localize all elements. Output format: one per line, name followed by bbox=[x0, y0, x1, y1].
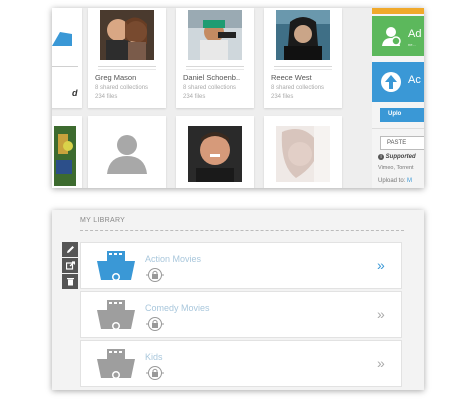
chevron-right-icon[interactable]: » bbox=[377, 355, 385, 371]
partial-card-left-bottom[interactable] bbox=[52, 116, 82, 188]
collection-name: Comedy Movies bbox=[145, 303, 210, 313]
collection-row[interactable]: Kids » bbox=[80, 340, 402, 387]
trash-icon bbox=[66, 278, 74, 286]
partial-name-fragment: d bbox=[72, 88, 78, 98]
person-card[interactable]: Greg Mason 8 shared collections 234 file… bbox=[88, 8, 166, 108]
my-library-panel: MY LIBRARY Action Movies » Comedy Movies… bbox=[52, 210, 424, 390]
library-title: MY LIBRARY bbox=[80, 217, 126, 224]
collection-row[interactable]: Comedy Movies » bbox=[80, 291, 402, 338]
pencil-icon bbox=[66, 246, 74, 253]
supported-label: Supported bbox=[385, 154, 416, 160]
film-folder-icon bbox=[97, 300, 135, 330]
partial-card-left[interactable]: d bbox=[52, 8, 82, 108]
collection-name: Action Movies bbox=[145, 254, 202, 264]
share-icon bbox=[65, 261, 75, 270]
chevron-right-icon[interactable]: » bbox=[377, 306, 385, 322]
avatar bbox=[276, 126, 330, 182]
person-name: Daniel Schoenb.. bbox=[183, 73, 241, 82]
paste-button[interactable]: PASTE bbox=[380, 136, 424, 150]
file-count: 234 files bbox=[95, 94, 118, 100]
person-card[interactable] bbox=[176, 116, 254, 188]
shared-collections-count: 8 shared collections bbox=[95, 85, 149, 91]
lock-icon bbox=[146, 268, 164, 282]
add-button-sublabel: ne... bbox=[408, 42, 416, 47]
delete-button[interactable] bbox=[62, 274, 78, 289]
edit-button[interactable] bbox=[62, 242, 78, 257]
file-count: 234 files bbox=[271, 94, 294, 100]
contacts-panel: d Greg Mason 8 shared collections 234 fi… bbox=[52, 8, 424, 188]
user-placeholder-icon bbox=[107, 135, 147, 174]
share-button[interactable] bbox=[62, 258, 78, 273]
person-name: Reece West bbox=[271, 73, 312, 82]
upload-action-button[interactable]: Ac bbox=[372, 62, 424, 102]
lock-icon bbox=[146, 317, 164, 331]
avatar bbox=[100, 10, 154, 60]
actions-sidebar: Ad ne... Ac Uplo PASTE i Supported Vimeo… bbox=[372, 8, 424, 188]
shared-collections-count: 8 shared collections bbox=[183, 85, 237, 91]
supported-services: Vimeo, Torrent bbox=[378, 165, 414, 171]
divider bbox=[80, 230, 404, 231]
action-button-label: Ac bbox=[408, 74, 421, 86]
chevron-right-icon[interactable]: » bbox=[377, 257, 385, 273]
film-folder-icon bbox=[97, 251, 135, 281]
lock-icon bbox=[146, 366, 164, 380]
person-card[interactable]: Reece West 8 shared collections 234 file… bbox=[264, 8, 342, 108]
avatar bbox=[276, 10, 330, 60]
upload-to: Upload to: M bbox=[378, 178, 412, 184]
collection-name: Kids bbox=[145, 352, 163, 362]
supported-info: i Supported bbox=[378, 154, 416, 160]
person-name: Greg Mason bbox=[95, 73, 137, 82]
shared-collections-count: 8 shared collections bbox=[271, 85, 325, 91]
up-arrow-icon bbox=[381, 72, 401, 92]
person-card[interactable]: Daniel Schoenb.. 8 shared collections 23… bbox=[176, 8, 254, 108]
person-card-placeholder[interactable] bbox=[88, 116, 166, 188]
person-card[interactable] bbox=[264, 116, 342, 188]
collection-row[interactable]: Action Movies » bbox=[80, 242, 402, 289]
info-icon: i bbox=[378, 154, 384, 160]
add-button-label: Ad bbox=[408, 28, 422, 40]
avatar bbox=[188, 126, 242, 182]
upload-to-link[interactable]: M bbox=[407, 178, 412, 184]
upload-button[interactable]: Uplo bbox=[380, 108, 424, 122]
library-toolbar bbox=[62, 242, 78, 290]
avatar bbox=[188, 10, 242, 60]
upload-to-label: Upload to: bbox=[378, 178, 406, 184]
add-button[interactable]: Ad ne... bbox=[372, 16, 424, 56]
partial-photo-icon bbox=[54, 126, 76, 186]
partial-blue-shape-icon bbox=[52, 32, 72, 46]
file-count: 234 files bbox=[183, 94, 206, 100]
add-user-icon bbox=[382, 27, 401, 46]
film-folder-icon bbox=[97, 349, 135, 379]
